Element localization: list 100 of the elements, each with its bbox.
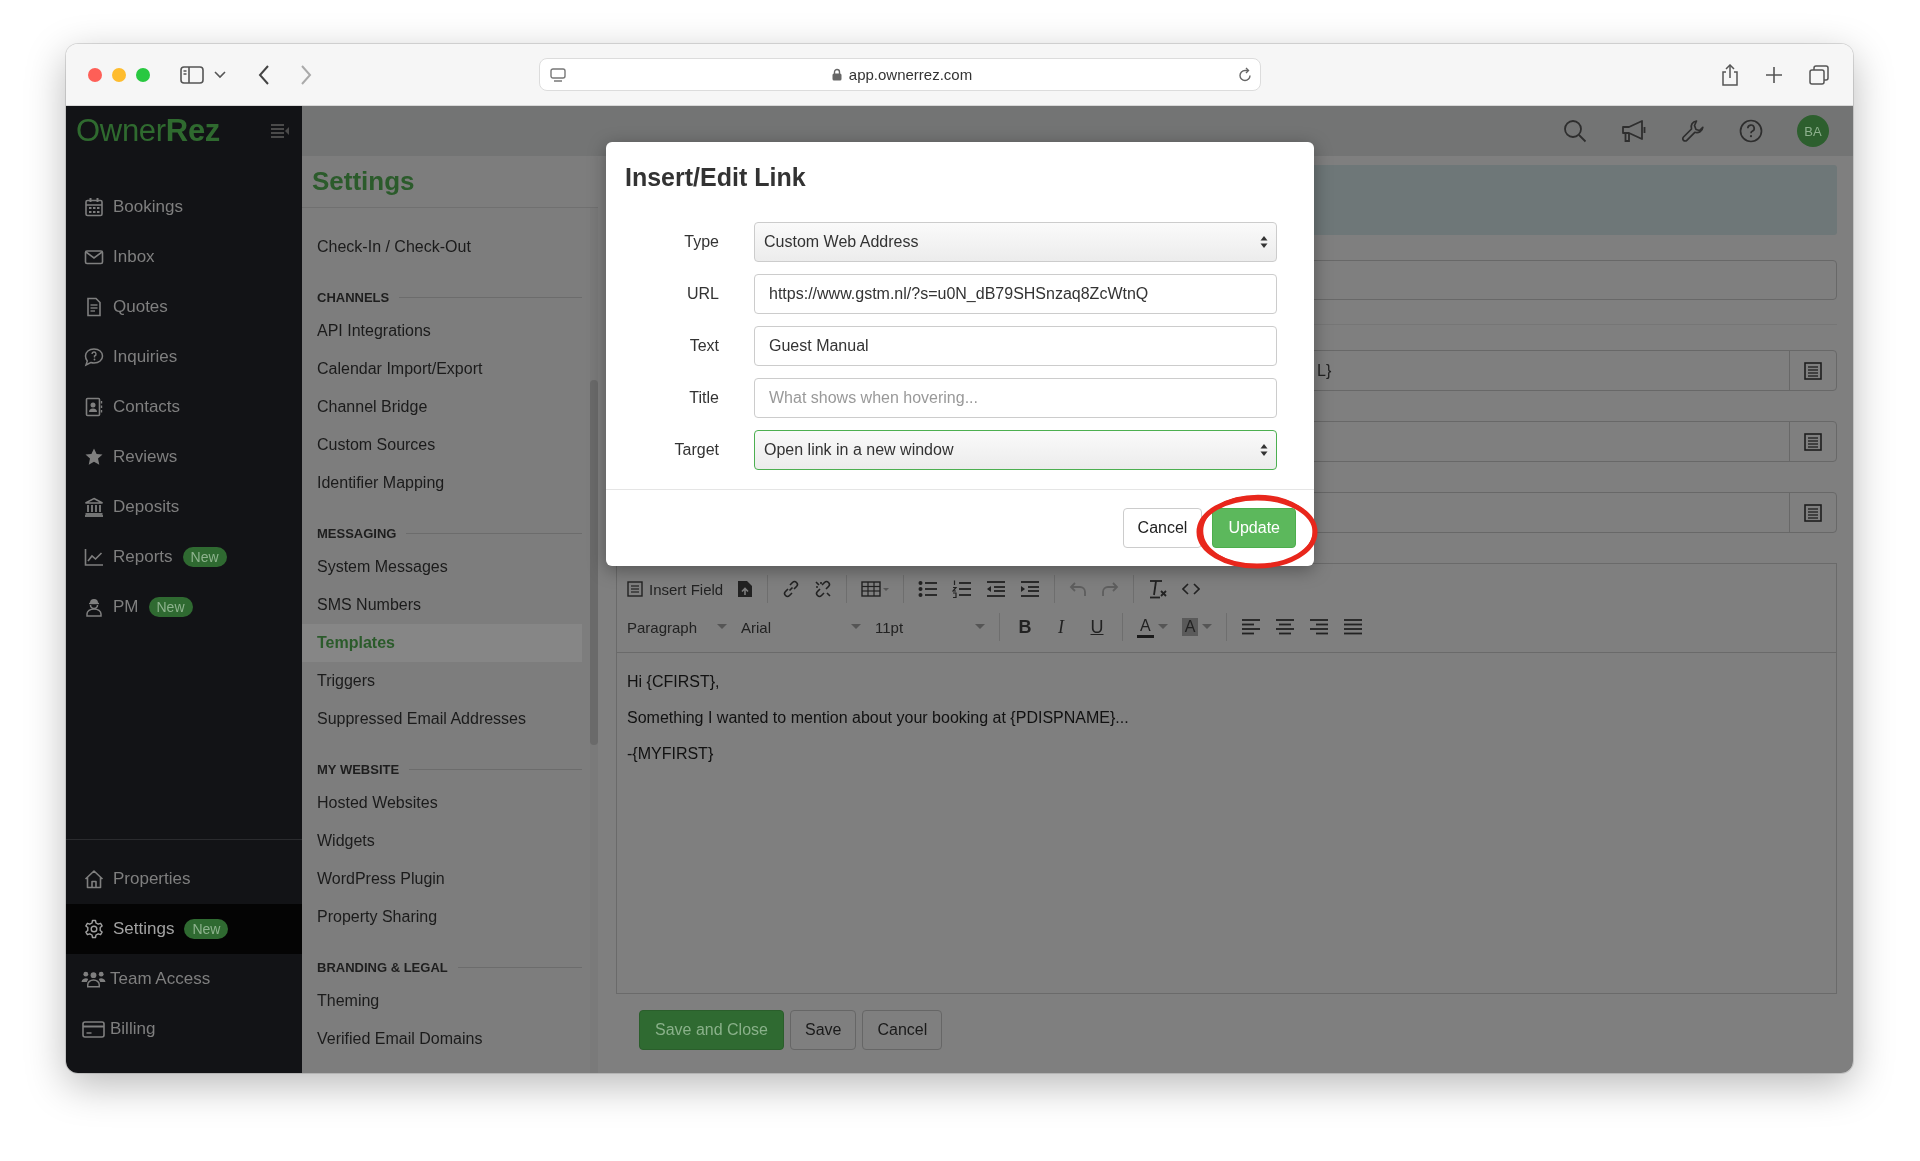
- settings-menu-item[interactable]: System Messages: [302, 548, 582, 586]
- settings-menu-item[interactable]: Custom Sources: [302, 426, 582, 464]
- select-field[interactable]: Open link in a new window: [754, 430, 1277, 470]
- sidebar-item[interactable]: Reports New: [66, 532, 302, 582]
- settings-menu-item[interactable]: Theming: [302, 982, 582, 1020]
- sidebar-toggle-icon[interactable]: [180, 64, 204, 85]
- font-size-dropdown[interactable]: 11pt: [875, 618, 985, 636]
- close-button[interactable]: [88, 67, 102, 82]
- house-icon: [84, 869, 104, 889]
- line-chart-icon: [84, 547, 104, 567]
- settings-menu-item[interactable]: Verified Email Domains: [302, 1020, 582, 1058]
- speech-bubble-icon: [84, 347, 104, 367]
- settings-menu-item[interactable]: Widgets: [302, 822, 582, 860]
- sidebar-item[interactable]: Quotes: [66, 282, 302, 332]
- input-field[interactable]: https://www.gstm.nl/?s=u0N_dB79SHSnzaq8ZcWtnQ: [754, 274, 1277, 314]
- unlink-icon[interactable]: [814, 580, 833, 598]
- action-button[interactable]: Save: [789, 1010, 857, 1050]
- sidebar-item[interactable]: Deposits: [66, 482, 302, 532]
- document-upload-icon[interactable]: [737, 580, 754, 598]
- indent-icon[interactable]: [1020, 580, 1041, 598]
- align-left-icon[interactable]: [1241, 619, 1262, 635]
- input-field[interactable]: Guest Manual: [754, 326, 1277, 366]
- action-button[interactable]: Cancel: [862, 1010, 943, 1050]
- sidebar-item[interactable]: Settings New: [66, 904, 302, 954]
- section-heading: BRANDING & LEGAL: [317, 959, 448, 975]
- share-icon[interactable]: [1721, 63, 1739, 86]
- code-icon[interactable]: [1182, 583, 1201, 595]
- numbered-list-icon[interactable]: [952, 580, 973, 598]
- field-text: L}: [1317, 361, 1332, 380]
- new-badge: New: [182, 547, 227, 567]
- reload-icon[interactable]: [1238, 67, 1252, 82]
- forward-icon[interactable]: [300, 64, 312, 85]
- settings-menu-item[interactable]: API Integrations: [302, 312, 582, 350]
- caret-icon: [975, 624, 985, 630]
- update-button[interactable]: Update: [1212, 508, 1296, 548]
- megaphone-icon[interactable]: [1621, 119, 1647, 143]
- settings-menu-item[interactable]: SMS Numbers: [302, 586, 582, 624]
- select-field[interactable]: Custom Web Address: [754, 222, 1277, 262]
- dialog-title: Insert/Edit Link: [624, 162, 807, 193]
- address-bar[interactable]: app.ownerrez.com: [539, 58, 1261, 91]
- sidebar-item[interactable]: Reviews: [66, 432, 302, 482]
- tabs-overview-icon[interactable]: [1809, 64, 1829, 85]
- new-badge: New: [148, 597, 193, 617]
- format-button[interactable]: U: [1086, 616, 1108, 638]
- clear-formatting-icon[interactable]: [1148, 579, 1169, 599]
- people-icon: [81, 969, 106, 989]
- justify-icon[interactable]: [1343, 619, 1364, 635]
- format-button[interactable]: I: [1050, 616, 1072, 638]
- align-right-icon[interactable]: [1309, 619, 1330, 635]
- user-avatar[interactable]: BA: [1797, 115, 1829, 147]
- highlight-color-button[interactable]: A: [1181, 618, 1199, 636]
- sidebar-item[interactable]: Bookings: [66, 182, 302, 232]
- insert-field-button[interactable]: Insert Field: [627, 580, 724, 598]
- format-button[interactable]: B: [1014, 616, 1036, 638]
- list-icon: [1804, 361, 1822, 380]
- settings-menu-item[interactable]: Property Sharing: [302, 898, 582, 936]
- sidebar-item[interactable]: Inquiries: [66, 332, 302, 382]
- settings-menu-item[interactable]: Templates: [302, 624, 582, 662]
- search-icon[interactable]: [1563, 119, 1587, 143]
- text-color-button[interactable]: A: [1137, 616, 1154, 638]
- editor-text-line: Hi {CFIRST},: [627, 673, 721, 691]
- list-icon: [627, 581, 643, 597]
- menu-collapse-icon[interactable]: [270, 123, 290, 139]
- settings-menu-item[interactable]: Calendar Import/Export: [302, 350, 582, 388]
- chevron-down-icon[interactable]: [214, 70, 226, 79]
- cancel-button[interactable]: Cancel: [1122, 508, 1203, 548]
- sidebar-item[interactable]: Billing: [66, 1004, 302, 1054]
- sidebar-item[interactable]: PM New: [66, 582, 302, 632]
- calendar-icon: [84, 197, 104, 217]
- page-icon: [550, 67, 566, 82]
- settings-menu-item[interactable]: Suppressed Email Addresses: [302, 700, 582, 738]
- bullet-list-icon[interactable]: [918, 580, 939, 598]
- settings-menu-item[interactable]: Triggers: [302, 662, 582, 700]
- logo[interactable]: OwnerRez: [76, 113, 221, 149]
- sidebar-item[interactable]: Team Access: [66, 954, 302, 1004]
- font-dropdown[interactable]: Arial: [741, 618, 861, 636]
- plus-icon[interactable]: [1765, 65, 1783, 84]
- back-icon[interactable]: [258, 64, 270, 85]
- align-center-icon[interactable]: [1275, 619, 1296, 635]
- paragraph-dropdown[interactable]: Paragraph: [627, 618, 727, 636]
- sidebar-item[interactable]: Inbox: [66, 232, 302, 282]
- settings-menu-item[interactable]: Identifier Mapping: [302, 464, 582, 502]
- outdent-icon[interactable]: [986, 580, 1007, 598]
- input-field[interactable]: What shows when hovering...: [754, 378, 1277, 418]
- settings-menu-item[interactable]: Check-In / Check-Out: [302, 228, 582, 266]
- wrench-icon[interactable]: [1681, 119, 1705, 143]
- settings-menu-item[interactable]: Hosted Websites: [302, 784, 582, 822]
- help-icon[interactable]: [1739, 119, 1763, 143]
- section-heading: MY WEBSITE: [317, 761, 400, 777]
- settings-menu-item[interactable]: Channel Bridge: [302, 388, 582, 426]
- sidebar-item[interactable]: Properties: [66, 854, 302, 904]
- save-and-close-button[interactable]: Save and Close: [639, 1010, 784, 1050]
- new-badge: New: [184, 919, 229, 939]
- caret-icon: [851, 624, 861, 630]
- table-icon[interactable]: [861, 581, 890, 597]
- field-label: Title: [688, 389, 719, 407]
- bank-icon: [84, 497, 104, 517]
- settings-menu-item[interactable]: WordPress Plugin: [302, 860, 582, 898]
- link-icon[interactable]: [782, 580, 801, 598]
- sidebar-item[interactable]: Contacts: [66, 382, 302, 432]
